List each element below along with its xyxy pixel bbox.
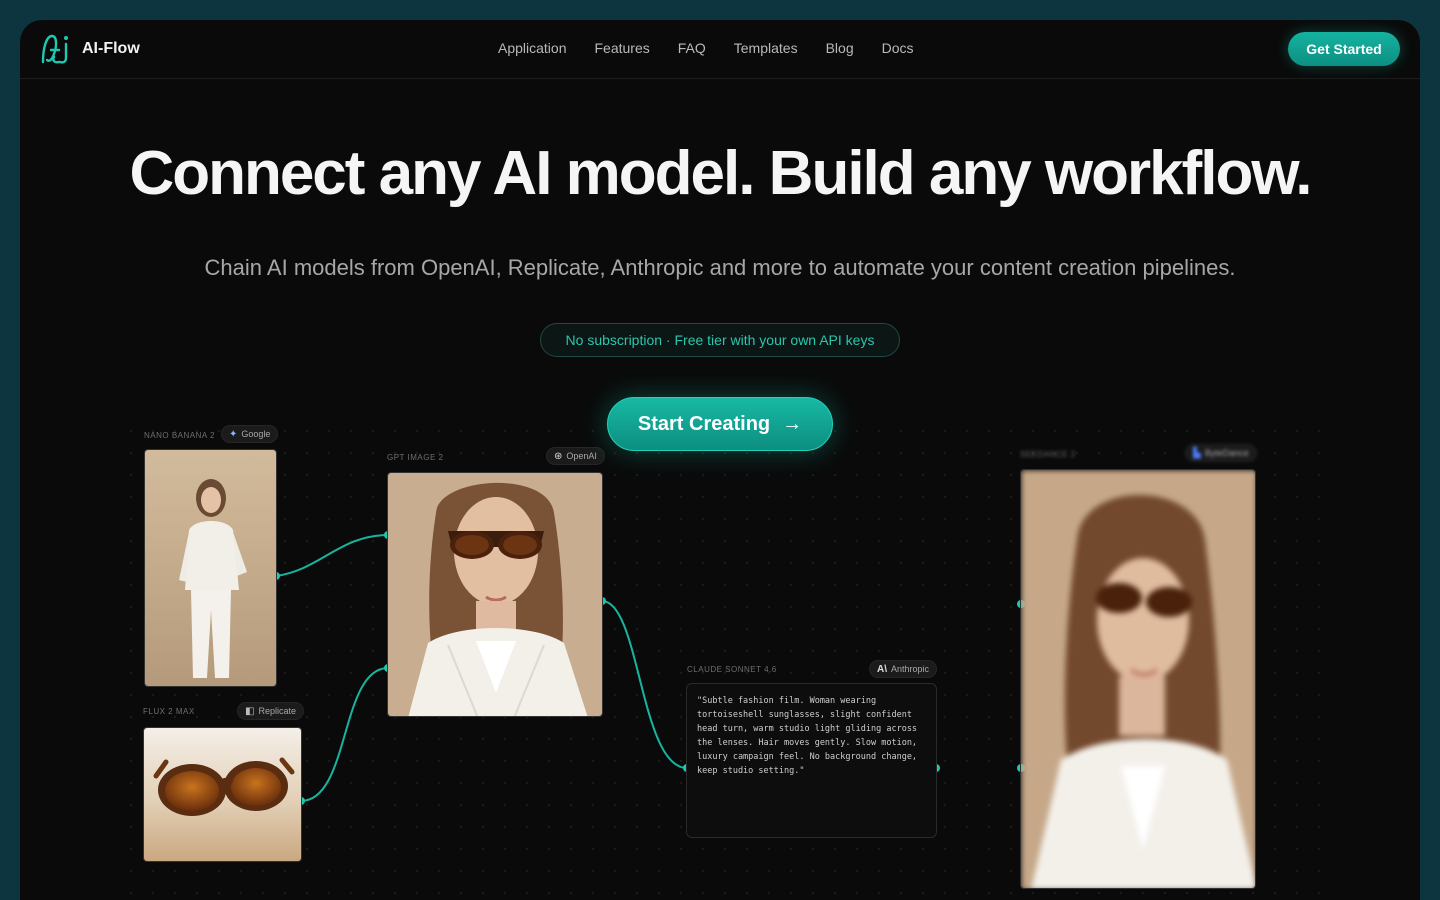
woman-sunglasses-video-frame (1021, 470, 1255, 888)
provider-name: Replicate (258, 706, 296, 716)
provider-badge-bytedance: ▙ ByteDance (1185, 444, 1257, 462)
woman-sunglasses-portrait-image (388, 473, 602, 716)
provider-badge-google: ✦ Google (221, 425, 279, 443)
app-frame: AI-Flow Application Features FAQ Templat… (20, 20, 1420, 900)
node-label-flux: FLUX 2 MAX (143, 707, 195, 716)
wire-nano-to-gpt (275, 534, 389, 577)
google-sparkle-icon: ✦ (229, 428, 238, 440)
provider-badge-replicate: ◧ Replicate (237, 702, 304, 720)
image-node-flux[interactable] (143, 727, 302, 862)
start-creating-button[interactable]: Start Creating → (607, 397, 833, 451)
provider-name: OpenAI (566, 451, 597, 461)
prompt-text-node[interactable]: "Subtle fashion film. Woman wearing tort… (686, 683, 937, 838)
provider-name: Anthropic (891, 664, 930, 674)
node-label-nano: NANO BANANA 2 (144, 431, 215, 440)
image-node-nano-banana[interactable] (144, 449, 277, 687)
video-node-seedance[interactable] (1020, 469, 1256, 889)
start-creating-label: Start Creating (637, 412, 771, 435)
bytedance-icon: ▙ (1193, 447, 1201, 459)
openai-icon: ⊛ (554, 450, 563, 462)
sunglasses-product-image (144, 728, 301, 861)
node-label-gpt: GPT IMAGE 2 (387, 453, 444, 462)
replicate-icon: ◧ (245, 705, 255, 717)
wire-flux-to-gpt (300, 667, 389, 802)
node-label-seedance: SEEDANCE 2 (1020, 450, 1076, 459)
provider-name: Google (241, 429, 271, 439)
arrow-right-icon: → (782, 412, 803, 435)
anthropic-icon: A\ (877, 663, 887, 675)
provider-badge-anthropic: A\ Anthropic (869, 660, 938, 678)
wire-gpt-to-claude (601, 600, 688, 769)
provider-name: ByteDance (1204, 448, 1249, 458)
woman-white-suit-image (145, 450, 276, 686)
image-node-gpt[interactable] (387, 472, 603, 717)
provider-badge-openai: ⊛ OpenAI (546, 447, 605, 465)
node-label-claude: CLAUDE SONNET 4.6 (687, 665, 777, 674)
